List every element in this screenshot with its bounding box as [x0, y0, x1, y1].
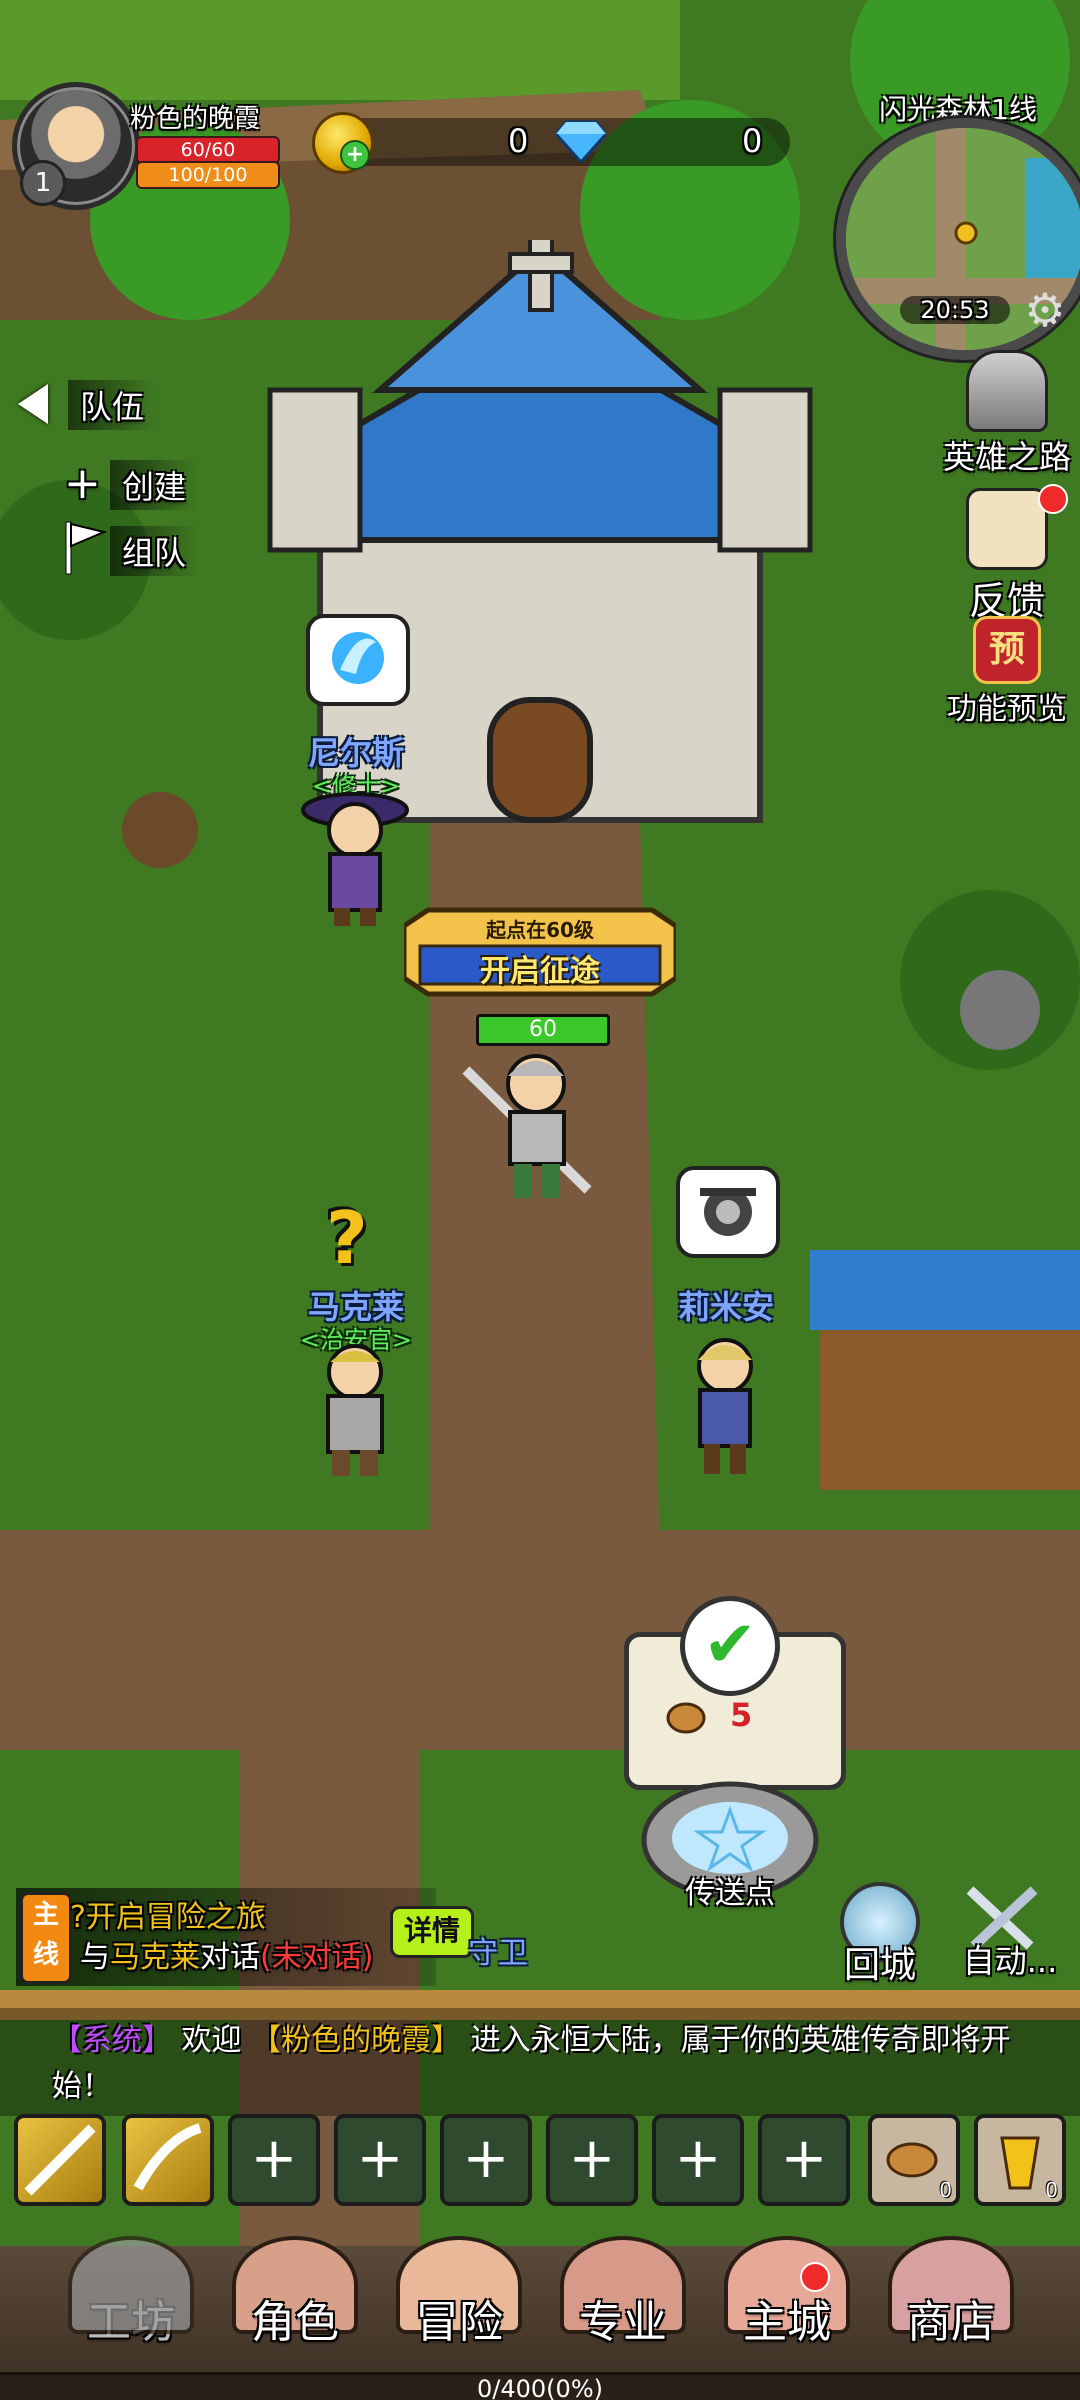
main-quest-tag: 主线 — [20, 1892, 72, 1984]
bread-item-count: 0 — [939, 2178, 952, 2202]
create-team-button[interactable]: 创建 — [110, 460, 199, 510]
city-notification-dot — [800, 2262, 830, 2292]
quest-title: ?开启冒险之旅 — [70, 1900, 266, 1935]
add-gold-icon[interactable]: + — [340, 140, 370, 170]
drink-item-slot[interactable]: 0 — [974, 2114, 1066, 2206]
nav-adventure-label: 冒险 — [415, 2297, 503, 2348]
feedback-icon — [966, 488, 1048, 570]
hero-road-label: 英雄之路 — [942, 438, 1071, 476]
nav-shop[interactable]: 商店 — [876, 2236, 1026, 2356]
npc-limian-speech-bubble[interactable] — [676, 1166, 780, 1258]
game-screen: 1 粉色的晚霞 60/60 100/100 + 0 0 闪光森林1线 20:53… — [0, 0, 1080, 2400]
nav-profession[interactable]: 专业 — [548, 2236, 698, 2356]
experience-bar: 0/400(0%) — [0, 2372, 1080, 2400]
gold-value: 0 — [508, 122, 529, 160]
return-city-button[interactable]: 回城 — [830, 1936, 930, 1988]
game-clock: 20:53 — [900, 296, 1010, 324]
npc-limian-name[interactable]: 莉米安 — [646, 1282, 806, 1328]
quest-description: 与马克莱对话(未对话) — [80, 1932, 373, 1976]
collapse-team-icon[interactable] — [18, 384, 48, 424]
teleport-label: 传送点 — [685, 1876, 775, 1911]
mp-bar: 100/100 — [136, 161, 280, 189]
quest-desc-action: 对话 — [200, 1940, 260, 1975]
player-level-badge: 1 — [20, 160, 66, 206]
empty-skill-slot-6[interactable]: + — [758, 2114, 850, 2206]
auto-battle-button[interactable]: 自动... — [950, 1936, 1070, 1982]
empty-skill-slot-3[interactable]: + — [440, 2114, 532, 2206]
nav-shop-label: 商店 — [907, 2297, 995, 2348]
empty-skill-slot-5[interactable]: + — [652, 2114, 744, 2206]
drink-item-count: 0 — [1045, 2178, 1058, 2202]
diamond-icon — [556, 120, 606, 162]
flag-icon — [65, 521, 108, 575]
blade-strike-icon — [133, 2123, 202, 2191]
bread-item-slot[interactable]: 0 — [868, 2114, 960, 2206]
quest-detail-button[interactable]: 详情 — [390, 1906, 474, 1958]
chat-message: 【系统】 欢迎 【粉色的晚霞】 进入永恒大陆，属于你的英雄传奇即将开始！ — [52, 2018, 1042, 2110]
player-name: 粉色的晚霞 — [130, 104, 261, 134]
empty-skill-slot-2[interactable]: + — [334, 2114, 426, 2206]
crystal-skill-icon — [332, 632, 384, 684]
join-team-button[interactable]: 组队 — [110, 526, 199, 576]
bread-icon — [666, 1702, 706, 1734]
empty-skill-slot-4[interactable]: + — [546, 2114, 638, 2206]
sword-slash-icon — [24, 2124, 96, 2196]
hp-bar: 60/60 — [136, 136, 280, 164]
forge-icon — [700, 1188, 756, 1236]
plus-icon: + — [64, 458, 101, 509]
chat-welcome: 欢迎 — [181, 2023, 242, 2058]
quest-target-npc[interactable]: 马克莱 — [110, 1940, 200, 1975]
guard-name-label: 守卫 — [468, 1936, 528, 1971]
npc-mark-sprite[interactable] — [300, 1338, 410, 1478]
diamond-value: 0 — [742, 122, 763, 160]
nav-city[interactable]: 主城 — [712, 2236, 862, 2356]
settings-gear-icon[interactable]: ⚙ — [1020, 285, 1070, 335]
empty-skill-slot-1[interactable]: + — [228, 2114, 320, 2206]
nav-city-label: 主城 — [743, 2297, 831, 2348]
chat-player-name[interactable]: 【粉色的晚霞】 — [251, 2023, 461, 2058]
bag-icon — [68, 2236, 194, 2334]
npc-nils-speech-bubble[interactable] — [306, 614, 410, 706]
chat-system-tag: 【系统】 — [52, 2023, 172, 2058]
player-character-sprite[interactable] — [458, 1040, 608, 1210]
npc-limian-sprite[interactable] — [670, 1330, 780, 1480]
preview-badge-icon: 预 — [973, 616, 1041, 684]
currency-bar — [320, 118, 790, 166]
feature-preview-button[interactable]: 预 功能预览 — [932, 616, 1080, 728]
npc-nils-sprite[interactable] — [300, 780, 410, 930]
nav-role[interactable]: 角色 — [220, 2236, 370, 2356]
check-icon[interactable]: ✔ — [680, 1596, 780, 1696]
nav-adventure[interactable]: 冒险 — [384, 2236, 534, 2356]
notification-dot — [1038, 484, 1068, 514]
team-title[interactable]: 队伍 — [68, 380, 157, 430]
skill-slot-2[interactable] — [122, 2114, 214, 2206]
quest-title-text: 开启冒险之旅 — [85, 1900, 266, 1935]
nav-profession-label: 专业 — [579, 2297, 667, 2348]
nav-role-label: 角色 — [251, 2297, 339, 2348]
skill-slot-1[interactable] — [14, 2114, 106, 2206]
feature-preview-label: 功能预览 — [947, 692, 1067, 727]
nav-workshop[interactable]: 工坊 — [56, 2236, 206, 2356]
quest-status: (未对话) — [260, 1940, 374, 1975]
banner-level-text: 起点在60级 — [486, 918, 594, 942]
reward-count: 5 — [730, 1696, 753, 1734]
helmet-icon — [966, 350, 1048, 432]
quest-desc-prefix: 与 — [80, 1940, 110, 1975]
banner-title-text: 开启征途 — [480, 954, 600, 989]
hero-road-button[interactable]: 英雄之路 — [932, 350, 1080, 478]
quest-available-icon[interactable]: ? — [326, 1196, 368, 1280]
